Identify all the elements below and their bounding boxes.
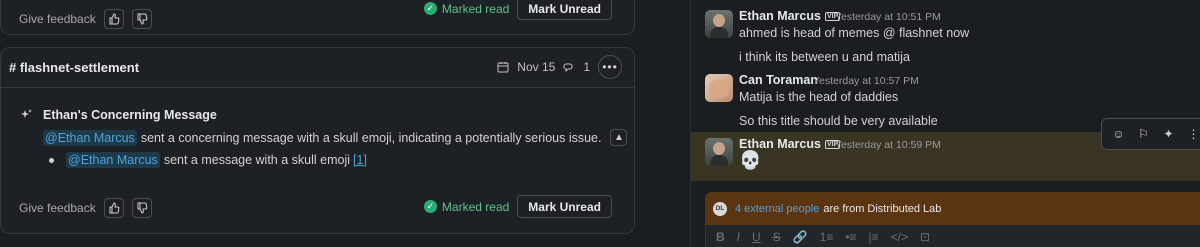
thumbs-down-button[interactable] (131, 9, 152, 29)
external-people-link[interactable]: 4 external people (735, 203, 819, 215)
message-hover-toolbar: ☺ ⚐ ✦ ⋮ (1101, 118, 1200, 150)
message-author[interactable]: Ethan Marcus VIP (739, 9, 841, 23)
underline-icon[interactable]: U (752, 230, 761, 244)
card-header: # flashnet-settlement Nov 15 1 ••• (1, 48, 634, 88)
org-badge: DL (713, 201, 727, 216)
summary-line: @Ethan Marcus sent a concerning message … (43, 129, 628, 146)
marked-read-label: Marked read (441, 1, 510, 16)
bulleted-list-icon[interactable]: •≡ (845, 230, 856, 244)
thumbs-down-icon (137, 13, 148, 25)
thumbs-down-icon (137, 202, 148, 214)
bullet-text: sent a message with a skull emoji (163, 153, 351, 167)
thumbs-up-icon (109, 13, 120, 25)
message-text: Matija is the head of daddies (739, 90, 899, 104)
avatar[interactable] (705, 10, 733, 38)
summary-text: sent a concerning message with a skull e… (140, 130, 602, 145)
sparkle-icon[interactable]: ✦ (1160, 127, 1178, 141)
marked-read-status: ✓ Marked read (423, 199, 510, 214)
thumbs-up-button[interactable] (103, 9, 124, 29)
message-text: ahmed is head of memes @ flashnet now (739, 26, 970, 40)
user-mention[interactable]: @Ethan Marcus (66, 152, 160, 168)
card-actions: ✓ Marked read Mark Unread (423, 0, 612, 20)
message-author[interactable]: Ethan Marcus VIP (739, 137, 841, 151)
summary-card: # flashnet-settlement Nov 15 1 ••• Ethan… (0, 47, 635, 234)
source-reference-link[interactable]: [1] (353, 153, 367, 167)
code-icon[interactable]: </> (891, 230, 908, 244)
check-icon: ✓ (423, 2, 437, 15)
bookmark-icon[interactable]: ⚐ (1135, 127, 1153, 141)
ordered-list-icon[interactable]: 1≡ (820, 230, 834, 244)
external-people-banner: DL 4 external people are from Distribute… (705, 192, 1200, 225)
thumbs-down-button[interactable] (131, 198, 152, 218)
summary-panel: Give feedback ✓ Marked read Mark Unread … (0, 0, 690, 247)
message-timestamp[interactable]: Yesterday at 10:59 PM (835, 139, 941, 151)
author-name[interactable]: Ethan Marcus (739, 137, 821, 151)
skull-emoji: 💀 (739, 150, 762, 170)
summary-bullet: @Ethan Marcus sent a message with a skul… (49, 152, 367, 168)
thumbs-up-icon (109, 202, 120, 214)
strikethrough-icon[interactable]: S (773, 230, 781, 244)
message-timestamp[interactable]: Yesterday at 10:57 PM (813, 75, 919, 87)
message-text: So this title should be very available (739, 114, 938, 128)
previous-summary-card: Give feedback ✓ Marked read Mark Unread (0, 0, 635, 35)
calendar-icon (497, 62, 509, 73)
author-name[interactable]: Ethan Marcus (739, 9, 821, 23)
message-timestamp[interactable]: Yesterday at 10:51 PM (835, 11, 941, 23)
thread-count: 1 (583, 60, 590, 74)
thumbs-up-button[interactable] (103, 198, 124, 218)
code-block-icon[interactable]: ⊡ (920, 230, 930, 244)
marked-read-label: Marked read (441, 199, 510, 214)
more-actions-button[interactable]: ••• (598, 55, 622, 79)
bold-icon[interactable]: B (716, 230, 725, 244)
collapse-button[interactable]: ▲ (610, 129, 628, 146)
marked-read-status: ✓ Marked read (423, 1, 510, 16)
user-mention[interactable]: @Ethan Marcus (43, 129, 137, 146)
card-meta: Nov 15 1 ••• (497, 55, 622, 79)
feedback-row: Give feedback (19, 198, 152, 218)
avatar[interactable] (705, 138, 733, 166)
feedback-label: Give feedback (19, 201, 96, 215)
more-vertical-icon[interactable]: ⋮ (1185, 127, 1200, 141)
summary-title-row: Ethan's Concerning Message (19, 108, 217, 122)
feedback-row: Give feedback (19, 9, 152, 29)
thread-icon (563, 63, 573, 73)
avatar[interactable] (705, 74, 733, 102)
message-author[interactable]: Can Toraman (739, 73, 818, 87)
message-text: i think its between u and matija (739, 50, 910, 64)
italic-icon[interactable]: I (737, 230, 740, 244)
chevron-up-icon: ▲ (614, 132, 624, 143)
sparkle-icon (21, 109, 32, 118)
check-icon: ✓ (423, 200, 437, 213)
author-name[interactable]: Can Toraman (739, 73, 818, 87)
banner-text: are from Distributed Lab (823, 202, 942, 215)
feedback-label: Give feedback (19, 12, 96, 26)
message-composer-toolbar: B I U S 🔗 1≡ •≡ |≡ </> ⊡ (705, 225, 1200, 247)
summary-date: Nov 15 (517, 60, 556, 74)
mark-unread-button[interactable]: Mark Unread (517, 0, 612, 20)
channel-name[interactable]: # flashnet-settlement (9, 60, 139, 75)
card-actions: ✓ Marked read Mark Unread (423, 195, 612, 218)
bullet-dot (49, 157, 54, 163)
mark-unread-button[interactable]: Mark Unread (517, 195, 612, 218)
link-icon[interactable]: 🔗 (793, 230, 808, 244)
summary-title: Ethan's Concerning Message (43, 108, 217, 122)
blockquote-icon[interactable]: |≡ (869, 230, 879, 244)
channel-messages-panel: Ethan Marcus VIP Yesterday at 10:51 PM ah… (690, 0, 1200, 247)
add-reaction-icon[interactable]: ☺ (1110, 127, 1128, 141)
